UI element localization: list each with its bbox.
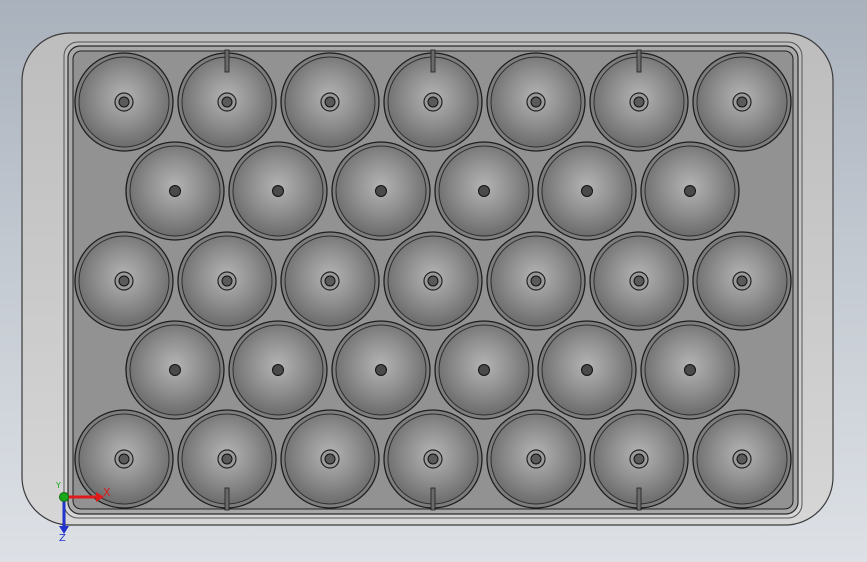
pocket-hole-dot-icon [478,364,490,376]
pocket-hole [633,275,645,287]
x-axis-label: X [103,486,111,499]
pocket-hole [324,453,336,465]
pocket[interactable] [125,320,225,420]
pocket-hole [633,96,645,108]
pocket-hole [736,275,748,287]
pocket-hole [736,96,748,108]
y-axis-label: Y [56,481,61,490]
pocket-hole-dot-icon [375,364,387,376]
pocket[interactable] [589,231,689,331]
pocket-hole [530,275,542,287]
pocket[interactable] [537,320,637,420]
pocket-hole [633,453,645,465]
pocket-hole [118,453,130,465]
pocket[interactable] [125,141,225,241]
pocket-hole [118,275,130,287]
pocket[interactable] [434,141,534,241]
z-axis-label: Z [59,533,66,544]
pocket[interactable] [331,141,431,241]
pocket-hole [530,96,542,108]
pocket[interactable] [74,231,174,331]
pocket-hole-dot-icon [684,364,696,376]
pocket-hole-dot-icon [581,185,593,197]
pocket-hole [427,96,439,108]
pocket-hole [221,96,233,108]
y-axis-dot-icon [59,492,69,502]
pocket[interactable] [74,409,174,509]
pocket-hole [530,453,542,465]
bottom-notch [224,487,230,511]
pocket-hole-dot-icon [375,185,387,197]
pocket[interactable] [692,409,792,509]
pocket-hole-dot-icon [581,364,593,376]
pocket-grid [74,52,792,509]
pocket-hole-dot-icon [272,185,284,197]
pocket[interactable] [177,231,277,331]
bottom-notch [430,487,436,511]
pocket[interactable] [383,231,483,331]
pocket[interactable] [640,141,740,241]
pocket-hole-dot-icon [478,185,490,197]
pocket-hole [324,96,336,108]
pocket[interactable] [486,409,586,509]
pocket[interactable] [280,52,380,152]
pocket-hole-dot-icon [272,364,284,376]
pocket[interactable] [692,231,792,331]
pocket-hole [736,453,748,465]
pocket[interactable] [228,320,328,420]
bottom-notch [636,487,642,511]
pocket[interactable] [331,320,431,420]
pocket[interactable] [692,52,792,152]
top-notch [430,49,436,73]
pocket-hole-dot-icon [169,364,181,376]
tray-model[interactable] [0,0,867,562]
pocket-hole-dot-icon [684,185,696,197]
pocket[interactable] [537,141,637,241]
pocket-hole [221,453,233,465]
pocket-hole [427,453,439,465]
pocket[interactable] [74,52,174,152]
pocket[interactable] [280,409,380,509]
pocket-hole [427,275,439,287]
top-notch [224,49,230,73]
pocket[interactable] [486,231,586,331]
graphics-viewport[interactable]: X Y Z [0,0,867,562]
pocket[interactable] [640,320,740,420]
pocket[interactable] [434,320,534,420]
pocket-hole [324,275,336,287]
pocket[interactable] [228,141,328,241]
pocket-hole [221,275,233,287]
pocket-hole-dot-icon [169,185,181,197]
pocket[interactable] [486,52,586,152]
pocket[interactable] [280,231,380,331]
top-notch [636,49,642,73]
pocket-hole [118,96,130,108]
